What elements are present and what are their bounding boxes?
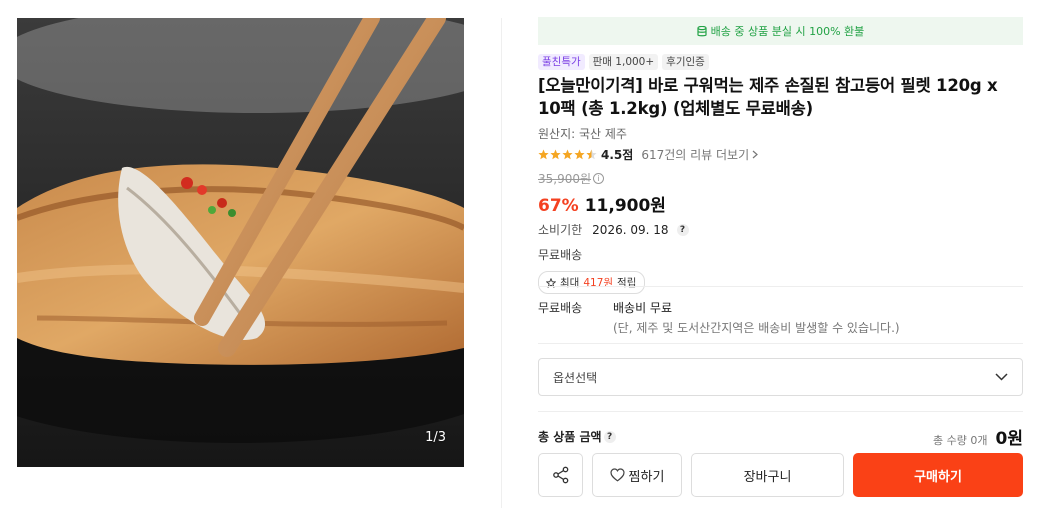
total-row: 총 상품 금액 ? 총 수량 0개 0원 [538,424,1023,449]
review-link[interactable]: 617건의 리뷰 더보기 [641,146,759,163]
shipping-label: 무료배송 [538,301,583,315]
star-icon [538,149,549,160]
shipping-note: (단, 제주 및 도서산간지역은 배송비 발생할 수 있습니다.) [613,321,900,335]
total-quantity: 총 수량 0개 [933,434,988,447]
points-badge: 최대 417원 적립 [538,271,646,294]
rating-row: 4.5점 617건의 리뷰 더보기 [538,146,1023,163]
share-button[interactable] [538,453,583,497]
help-icon[interactable]: ? [676,223,689,236]
price-row: 67% 11,900원 [538,191,1023,216]
wishlist-label: 찜하기 [628,469,665,485]
chevron-down-icon [995,373,1008,381]
star-icon [562,149,573,160]
total-summary: 총 수량 0개 0원 [933,424,1023,449]
points-amount: 417원 [583,277,614,289]
original-price: 35,900원 [538,172,592,186]
badge-special-price: 풀친특가 [538,54,585,70]
refund-notice-banner: 배송 중 상품 분실 시 100% 환불 [538,17,1023,45]
share-icon [552,466,568,484]
option-select-placeholder: 옵션선택 [553,370,598,385]
divider [538,286,1023,287]
divider [538,343,1023,344]
product-info-panel: 배송 중 상품 분실 시 100% 환불 풀친특가 판매 1,000+ 후기인증… [538,17,1023,294]
product-title: [오늘만이기격] 바로 구워먹는 제주 손질된 참고등어 필렛 120g x 1… [538,76,998,118]
grilled-mackerel-photo [17,18,464,467]
points-suffix: 적립 [617,277,637,289]
expiry-label: 소비기한 [538,223,583,237]
rating-score: 4.5점 [601,148,634,162]
shipping-fee: 배송비 무료 [613,301,673,315]
buy-now-button[interactable]: 구매하기 [853,453,1023,497]
free-shipping-label: 무료배송 [538,248,583,262]
image-counter: 1/3 [425,430,446,445]
points-prefix: 최대 [560,277,580,289]
help-icon[interactable]: ? [603,430,616,443]
review-link-label: 617건의 리뷰 더보기 [641,148,750,162]
badge-row: 풀친특가 판매 1,000+ 후기인증 [538,54,1023,70]
star-icon [550,149,561,160]
expiry-row: 소비기한 2026. 09. 18 ? [538,221,1023,238]
wishlist-button[interactable]: 찜하기 [592,453,682,497]
original-price-row: 35,900원 i [538,170,1023,187]
divider [538,411,1023,412]
total-label-text: 총 상품 금액 [538,430,602,444]
product-image[interactable]: 1/3 [17,18,464,467]
expiry-value: 2026. 09. 18 [592,222,669,237]
column-divider [501,18,502,508]
total-price: 0원 [995,429,1023,449]
add-to-cart-button[interactable]: 장바구니 [691,453,844,497]
notice-text: 배송 중 상품 분실 시 100% 환불 [710,25,865,38]
star-rating [538,149,597,160]
sale-price: 11,900원 [584,196,666,216]
badge-sales: 판매 1,000+ [588,54,659,70]
product-origin: 원산지: 국산 제주 [538,127,627,141]
star-icon [574,149,585,160]
total-label: 총 상품 금액 ? [538,428,616,445]
shipping-info: 배송비 무료 (단, 제주 및 도서산간지역은 배송비 발생할 수 있습니다.) [613,299,900,336]
action-buttons: 찜하기 장바구니 구매하기 [538,453,1023,497]
option-select[interactable]: 옵션선택 [538,358,1023,396]
badge-review-verified: 후기인증 [662,54,709,70]
heart-icon [609,468,625,482]
star-half-icon [586,149,597,160]
info-icon[interactable]: i [593,173,605,184]
database-icon [697,25,707,36]
discount-rate: 67% [538,196,579,216]
chevron-right-icon [752,150,759,159]
